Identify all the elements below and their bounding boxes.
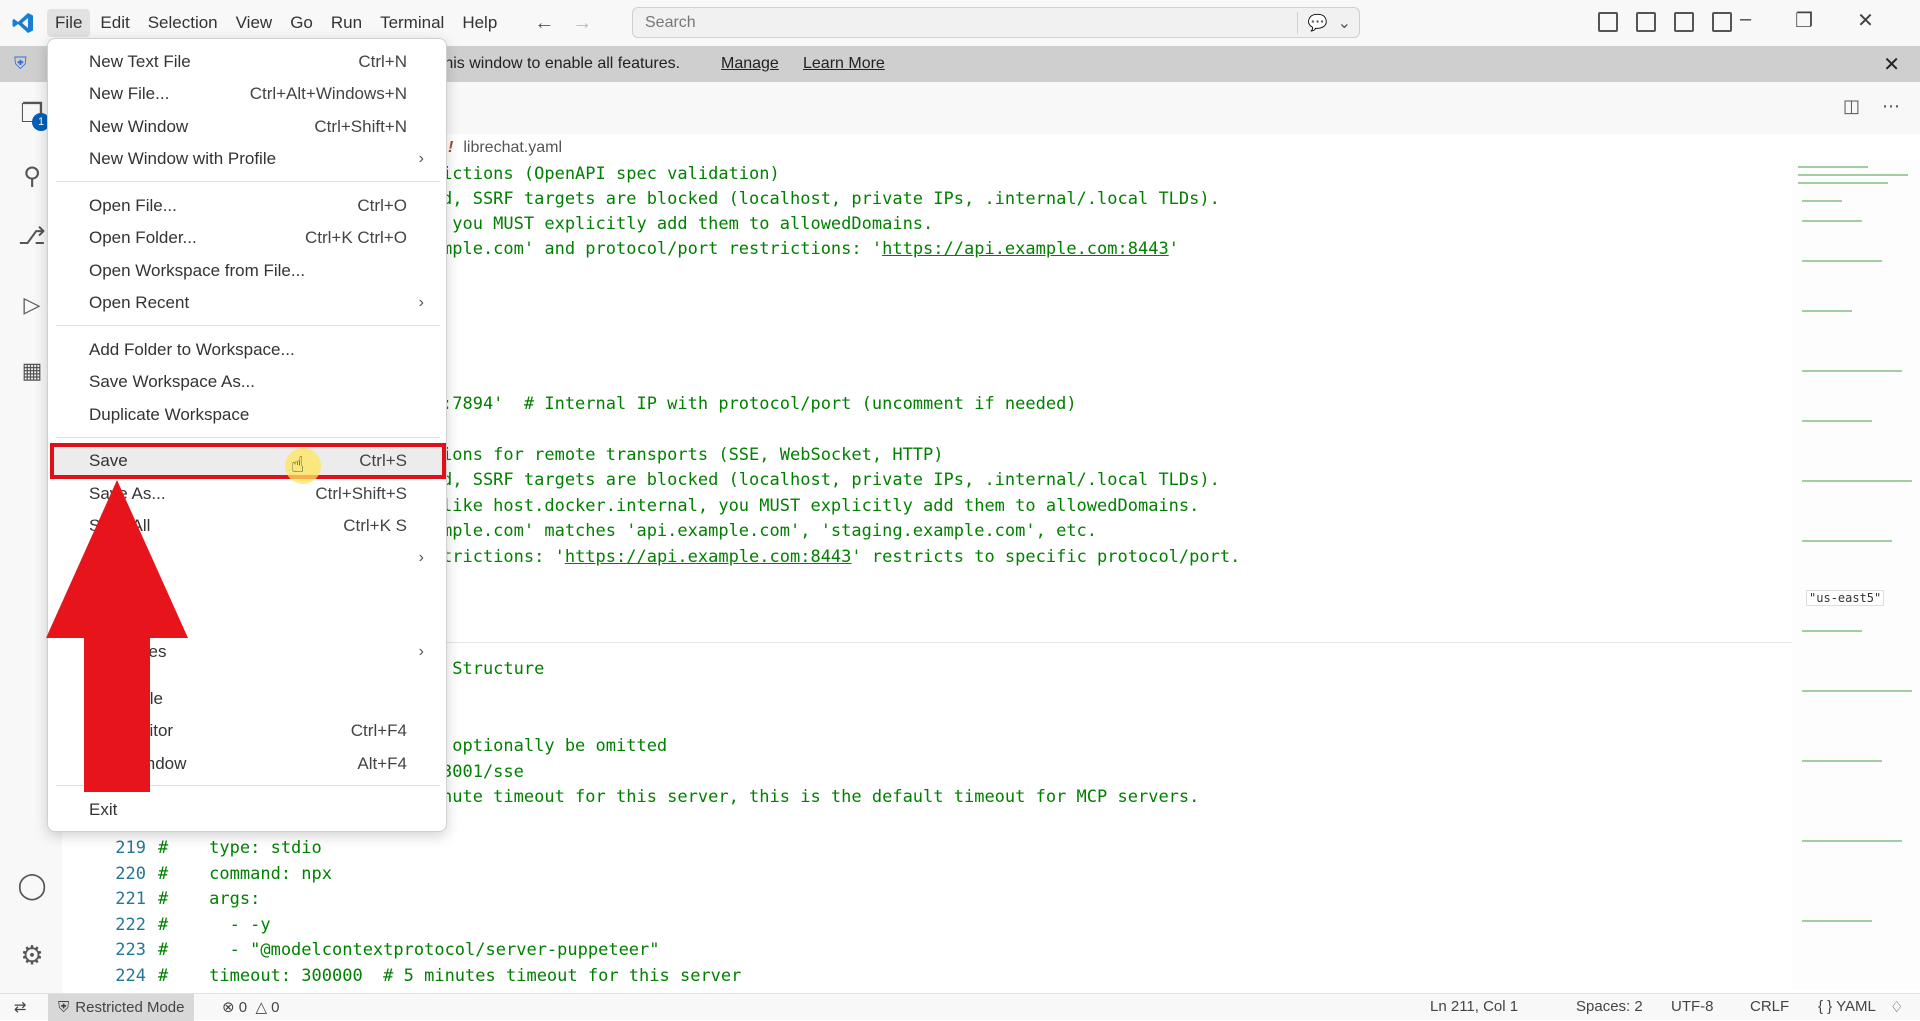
menu-item-save-workspace-as[interactable]: Save Workspace As... [48, 367, 446, 397]
more-actions-icon[interactable]: ⋯ [1882, 96, 1900, 117]
menu-help[interactable]: Help [454, 9, 505, 37]
menu-terminal[interactable]: Terminal [372, 9, 452, 37]
back-arrow-icon[interactable]: ← [534, 12, 554, 35]
menu-item-new-window[interactable]: New Window Ctrl+Shift+N [48, 112, 446, 142]
copilot-controls: 💬 ⌄ [1296, 12, 1351, 34]
chevron-right-icon: › [418, 549, 424, 566]
code-fragment: trictions: 'https://api.example.com:8443… [442, 547, 1241, 567]
code-fragment: nute timeout for this server, this is th… [442, 787, 1200, 807]
code-fragment: mple.com' and protocol/port restrictions… [442, 239, 1179, 259]
split-editor-icon[interactable]: ◫ [1843, 96, 1860, 117]
cursor-position[interactable]: Ln 211, Col 1 [1430, 998, 1518, 1015]
bell-icon[interactable]: ♢ [1890, 998, 1903, 1016]
code-fragment: :7894' # Internal IP with protocol/port … [442, 394, 1077, 414]
section-divider [442, 642, 1842, 643]
run-debug-icon[interactable]: ▷ [17, 292, 47, 322]
toggle-secondary-sidebar-icon[interactable] [1712, 12, 1732, 32]
encoding[interactable]: UTF-8 [1671, 998, 1714, 1015]
menu-edit[interactable]: Edit [92, 9, 137, 37]
menu-item-open-recent[interactable]: Open Recent › [48, 288, 446, 318]
forward-arrow-icon[interactable]: → [572, 12, 592, 35]
code-fragment: 3001/sse [442, 762, 524, 782]
error-icon: ⊗ [222, 999, 235, 1016]
chevron-right-icon: › [418, 643, 424, 660]
banner-text: t this window to enable all features. [431, 55, 681, 72]
menu-separator [56, 181, 440, 182]
remote-icon[interactable]: ⇄ [14, 998, 27, 1016]
menu-item-open-workspace[interactable]: Open Workspace from File... [48, 256, 446, 286]
red-arrow-annotation [46, 480, 188, 792]
extensions-icon[interactable]: ▦ [17, 358, 47, 388]
code-fragment: Structure [442, 659, 545, 679]
url-link[interactable]: https://api.example.com:8443 [565, 547, 852, 567]
layout-controls [1598, 12, 1732, 32]
search-placeholder: Search [645, 13, 696, 31]
chevron-right-icon: › [418, 294, 424, 311]
mouse-pointer: ☝ [285, 448, 321, 484]
menu-item-add-folder[interactable]: Add Folder to Workspace... [48, 335, 446, 365]
chevron-right-icon: › [418, 150, 424, 167]
menu-separator [56, 437, 440, 438]
menu-selection[interactable]: Selection [140, 9, 226, 37]
restricted-mode-badge[interactable]: ⛨ Restricted Mode [48, 994, 195, 1021]
minimap-highlight: "us-east5" [1806, 590, 1885, 606]
code-fragment: mple.com' matches 'api.example.com', 'st… [442, 521, 1098, 541]
customize-layout-icon[interactable] [1598, 12, 1618, 32]
indentation[interactable]: Spaces: 2 [1576, 998, 1643, 1015]
breadcrumb[interactable]: ! librechat.yaml [448, 134, 562, 162]
menu-file[interactable]: File [47, 9, 91, 37]
code-fragment: optionally be omitted [442, 736, 668, 756]
editor-actions: ◫ ⋯ [1843, 96, 1900, 117]
code-fragment: ictions (OpenAPI spec validation) [442, 164, 780, 184]
code-fragment: like host.docker.internal, you MUST expl… [442, 496, 1200, 516]
code-fragment: you MUST explicitly add them to allowedD… [442, 214, 934, 234]
menu-item-new-text-file[interactable]: New Text File Ctrl+N [48, 47, 446, 77]
nav-arrows: ← → [534, 12, 592, 35]
chevron-down-icon[interactable]: ⌄ [1338, 13, 1351, 33]
copilot-chat-icon[interactable]: 💬 [1308, 13, 1328, 33]
close-icon[interactable]: ✕ [1883, 52, 1900, 77]
toggle-primary-sidebar-icon[interactable] [1636, 12, 1656, 32]
window-controls: – ❐ ✕ [1740, 8, 1874, 33]
yaml-file-icon: ! [448, 139, 454, 156]
search-icon[interactable]: ⚲ [17, 162, 47, 192]
search-input[interactable]: Search 💬 ⌄ [632, 7, 1360, 38]
vscode-logo-icon [0, 0, 46, 46]
source-control-icon[interactable]: ⎇ [17, 222, 47, 252]
status-bar: ⇄ ⛨ Restricted Mode ⊗ 0 △ 0 Ln 211, Col … [0, 993, 1920, 1021]
end-of-line[interactable]: CRLF [1750, 998, 1789, 1015]
menu-view[interactable]: View [228, 9, 281, 37]
learn-more-link[interactable]: Learn More [803, 55, 885, 73]
gear-icon[interactable]: ⚙ [17, 940, 47, 970]
minimize-icon[interactable]: – [1740, 8, 1751, 33]
language-mode[interactable]: { } YAML [1818, 998, 1876, 1015]
menu-item-open-file[interactable]: Open File... Ctrl+O [48, 191, 446, 221]
code-fragment: ions for remote transports (SSE, WebSock… [442, 445, 944, 465]
menu-item-new-window-profile[interactable]: New Window with Profile › [48, 144, 446, 174]
code-fragment: d, SSRF targets are blocked (localhost, … [442, 470, 1220, 490]
menu-separator [56, 325, 440, 326]
url-link[interactable]: https://api.example.com:8443 [882, 239, 1169, 259]
toggle-panel-icon[interactable] [1674, 12, 1694, 32]
menu-run[interactable]: Run [323, 9, 370, 37]
menu-item-open-folder[interactable]: Open Folder... Ctrl+K Ctrl+O [48, 223, 446, 253]
restore-icon[interactable]: ❐ [1795, 8, 1813, 33]
shield-icon: ⛨ [14, 54, 27, 73]
code-fragment: d, SSRF targets are blocked (localhost, … [442, 189, 1220, 209]
warning-icon: △ [255, 999, 267, 1016]
menu-item-save[interactable]: Save Ctrl+S [48, 446, 446, 476]
account-icon[interactable]: ◯ [17, 870, 47, 900]
menu-item-new-file[interactable]: New File... Ctrl+Alt+Windows+N [48, 79, 446, 109]
minimap[interactable]: "us-east5" [1792, 160, 1920, 990]
shield-icon: ⛨ [58, 999, 70, 1016]
problems-indicator[interactable]: ⊗ 0 △ 0 [222, 998, 280, 1016]
menu-item-duplicate-workspace[interactable]: Duplicate Workspace [48, 400, 446, 430]
close-window-icon[interactable]: ✕ [1857, 8, 1874, 33]
breadcrumb-file[interactable]: librechat.yaml [463, 139, 562, 157]
manage-link[interactable]: Manage [721, 55, 779, 73]
menu-go[interactable]: Go [282, 9, 321, 37]
menu-item-exit[interactable]: Exit [48, 795, 446, 825]
hand-cursor-icon: ☝ [291, 452, 305, 477]
